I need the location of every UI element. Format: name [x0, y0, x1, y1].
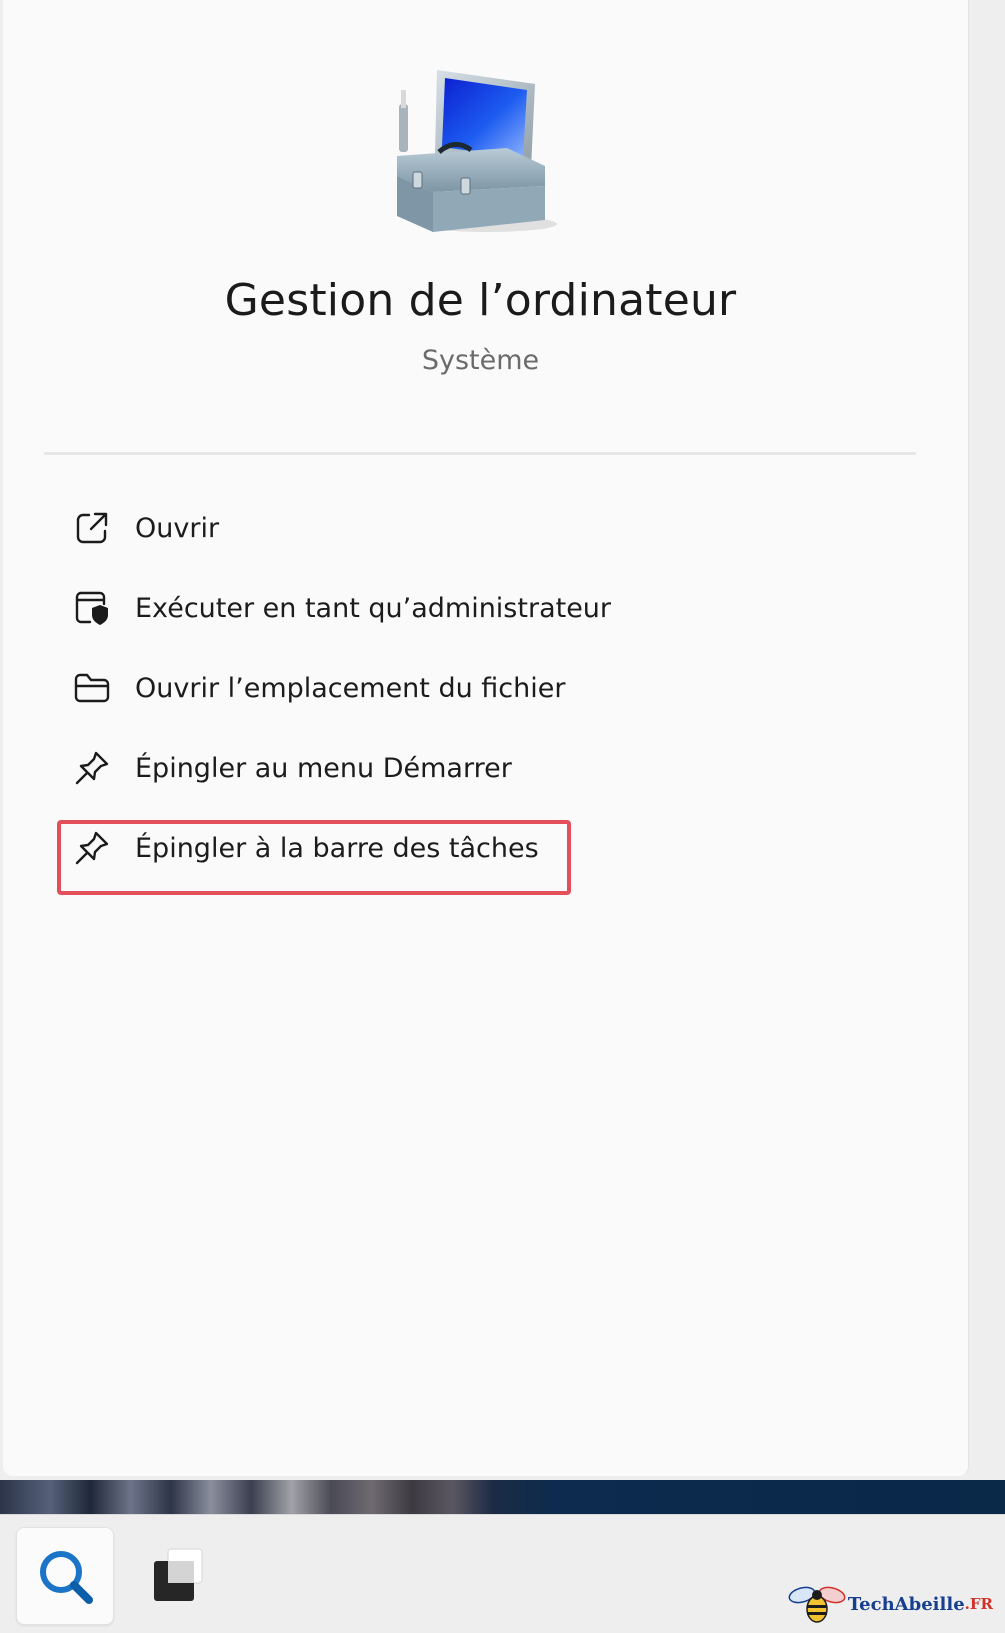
menu-item-label: Ouvrir: [135, 512, 220, 544]
bee-icon: [788, 1586, 846, 1623]
menu-item-label: Exécuter en tant qu’administrateur: [135, 592, 612, 624]
task-view-icon: [154, 1548, 203, 1601]
menu-item-open-file-location[interactable]: Ouvrir l’emplacement du fichier: [60, 648, 660, 728]
run-as-admin-shield-icon: [72, 588, 112, 628]
menu-item-label: Épingler au menu Démarrer: [135, 752, 512, 784]
taskbar-task-view-button[interactable]: [130, 1527, 226, 1623]
folder-icon: [72, 668, 112, 708]
search-icon: [40, 1551, 93, 1604]
menu-item-label: Ouvrir l’emplacement du fichier: [135, 672, 566, 704]
start-menu-app-panel: Gestion de l’ordinateur Système Ouvrir E…: [3, 0, 969, 1476]
taskbar-search-button[interactable]: [16, 1527, 114, 1625]
taskbar: TechAbeille .FR: [0, 1514, 1005, 1633]
desktop-wallpaper-strip: [0, 1480, 1005, 1514]
app-category: Système: [421, 345, 540, 376]
menu-item-pin-to-start[interactable]: Épingler au menu Démarrer: [60, 728, 660, 808]
menu-item-run-as-admin[interactable]: Exécuter en tant qu’administrateur: [60, 568, 660, 648]
techabeille-watermark: TechAbeille .FR: [788, 1583, 993, 1625]
app-title: Gestion de l’ordinateur: [224, 275, 737, 326]
pin-icon: [72, 748, 112, 788]
divider: [44, 452, 916, 455]
menu-item-open[interactable]: Ouvrir: [60, 488, 660, 568]
open-external-icon: [72, 508, 112, 548]
watermark-tld: .FR: [964, 1595, 993, 1613]
highlight-annotation-box: [57, 820, 571, 895]
watermark-brand: TechAbeille: [847, 1593, 965, 1615]
computer-management-toolbox-icon: [397, 70, 557, 232]
